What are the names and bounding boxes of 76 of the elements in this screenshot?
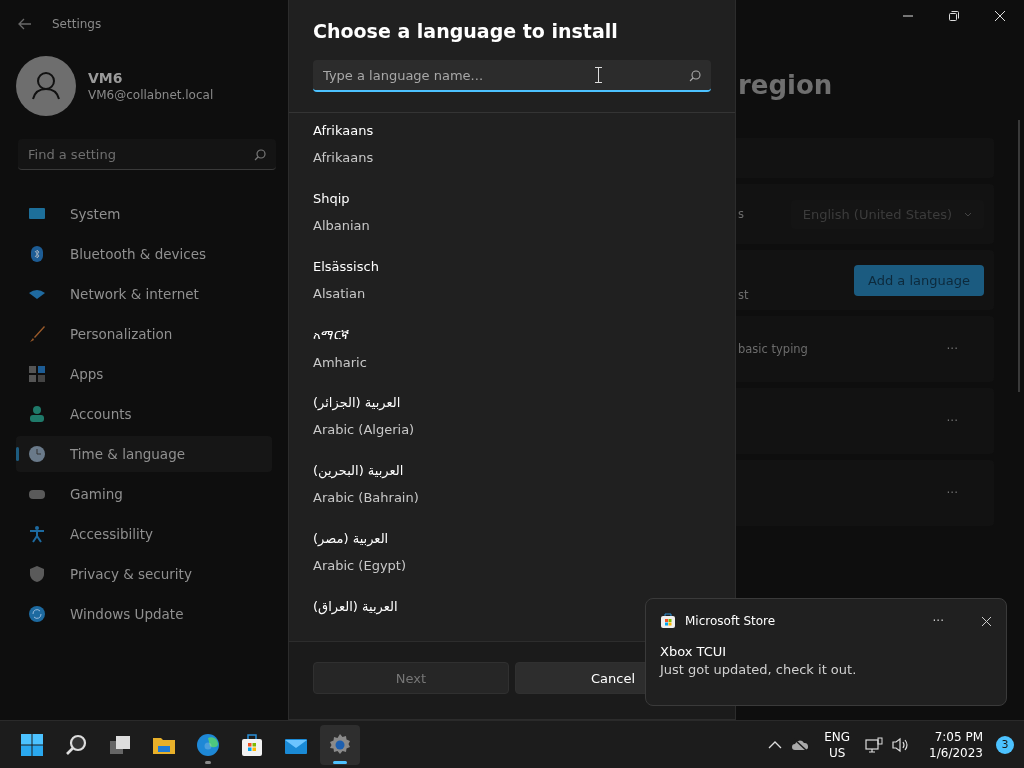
native-name: العربية (مصر) xyxy=(313,531,389,546)
nav-item[interactable]: Accessibility xyxy=(16,516,272,552)
update-icon xyxy=(28,605,46,623)
window-title: Settings xyxy=(52,17,102,31)
back-arrow-icon[interactable] xyxy=(18,18,32,30)
nav-item[interactable]: Privacy & security xyxy=(16,556,272,592)
scrollbar[interactable] xyxy=(1018,120,1020,392)
language-detail: basic typing xyxy=(738,342,808,356)
english-name: Albanian xyxy=(313,218,370,233)
time-icon xyxy=(28,445,46,463)
store-icon xyxy=(240,732,264,757)
maximize-icon[interactable] xyxy=(948,10,960,22)
browser-icon xyxy=(196,732,220,757)
english-name: Alsatian xyxy=(313,286,366,301)
shield-icon xyxy=(28,565,46,583)
clock[interactable]: 7:05 PM 1/6/2023 xyxy=(929,728,983,761)
nav-item[interactable]: System xyxy=(16,196,272,232)
search-icon xyxy=(689,70,701,82)
user-email: VM6@collabnet.local xyxy=(88,88,214,102)
search-icon xyxy=(64,732,88,757)
search-icon xyxy=(254,149,266,161)
nav-item[interactable]: Windows Update xyxy=(16,596,272,632)
more-options-button[interactable]: ··· xyxy=(940,341,964,357)
network-icon[interactable] xyxy=(865,736,884,753)
native-name: العربية (الجزائر) xyxy=(313,395,401,410)
language-search-field[interactable]: Type a language name... xyxy=(313,60,711,92)
native-name: Elsässisch xyxy=(313,259,379,274)
input-language-indicator[interactable]: ENG US xyxy=(824,728,851,761)
language-option[interactable]: Shqip Albanian xyxy=(313,191,711,259)
more-options-button[interactable]: ··· xyxy=(926,613,950,629)
store-icon xyxy=(660,613,676,629)
bluetooth-icon xyxy=(28,245,46,263)
native-name: Shqip xyxy=(313,191,350,206)
accounts-icon xyxy=(28,405,46,423)
nav-item[interactable]: Time & language xyxy=(16,436,272,472)
dialog-title: Choose a language to install xyxy=(313,20,619,42)
language-option[interactable]: አማርኛ Amharic xyxy=(313,327,711,395)
close-icon[interactable] xyxy=(981,615,992,627)
setting-label: st xyxy=(738,288,749,302)
search-field[interactable]: Find a setting xyxy=(18,139,276,170)
nav-item[interactable]: Accounts xyxy=(16,396,272,432)
more-options-button[interactable]: ··· xyxy=(940,413,964,429)
nav-item[interactable]: Bluetooth & devices xyxy=(16,236,272,272)
nav-item[interactable]: Personalization xyxy=(16,316,272,352)
chevron-up-icon[interactable] xyxy=(768,740,783,749)
english-name: Afrikaans xyxy=(313,150,374,165)
cloud-icon[interactable] xyxy=(791,737,810,752)
apps-icon xyxy=(28,365,46,383)
english-name: Arabic (Egypt) xyxy=(313,558,406,573)
nav-item[interactable]: Gaming xyxy=(16,476,272,512)
toast-title: Xbox TCUI xyxy=(660,644,728,659)
setting-label: s xyxy=(738,207,744,221)
toast-app-name: Microsoft Store xyxy=(685,614,777,628)
language-option[interactable]: Afrikaans Afrikaans xyxy=(313,123,711,191)
native-name: አማርኛ xyxy=(313,327,349,343)
nav-item[interactable]: Apps xyxy=(16,356,272,392)
notification-badge[interactable]: 3 xyxy=(996,735,1014,754)
brush-icon xyxy=(28,325,46,343)
english-name: Arabic (Bahrain) xyxy=(313,490,419,505)
native-name: Afrikaans xyxy=(313,123,374,138)
user-name: VM6 xyxy=(88,70,124,86)
volume-icon[interactable] xyxy=(892,736,911,753)
windows-logo-icon xyxy=(20,732,44,757)
nav-item[interactable]: Network & internet xyxy=(16,276,272,312)
close-icon[interactable] xyxy=(994,10,1006,22)
english-name: Amharic xyxy=(313,355,367,370)
chevron-icon xyxy=(964,211,972,217)
english-name: Arabic (Algeria) xyxy=(313,422,415,437)
page-title: region xyxy=(738,70,833,100)
more-options-button[interactable]: ··· xyxy=(940,485,964,501)
accessibility-icon xyxy=(28,525,46,543)
settings-taskbar-button[interactable] xyxy=(320,724,360,765)
text-cursor-icon xyxy=(595,67,602,83)
native-name: العربية (البحرين) xyxy=(313,463,404,478)
language-option[interactable]: Elsässisch Alsatian xyxy=(313,259,711,327)
avatar-icon xyxy=(16,56,76,116)
